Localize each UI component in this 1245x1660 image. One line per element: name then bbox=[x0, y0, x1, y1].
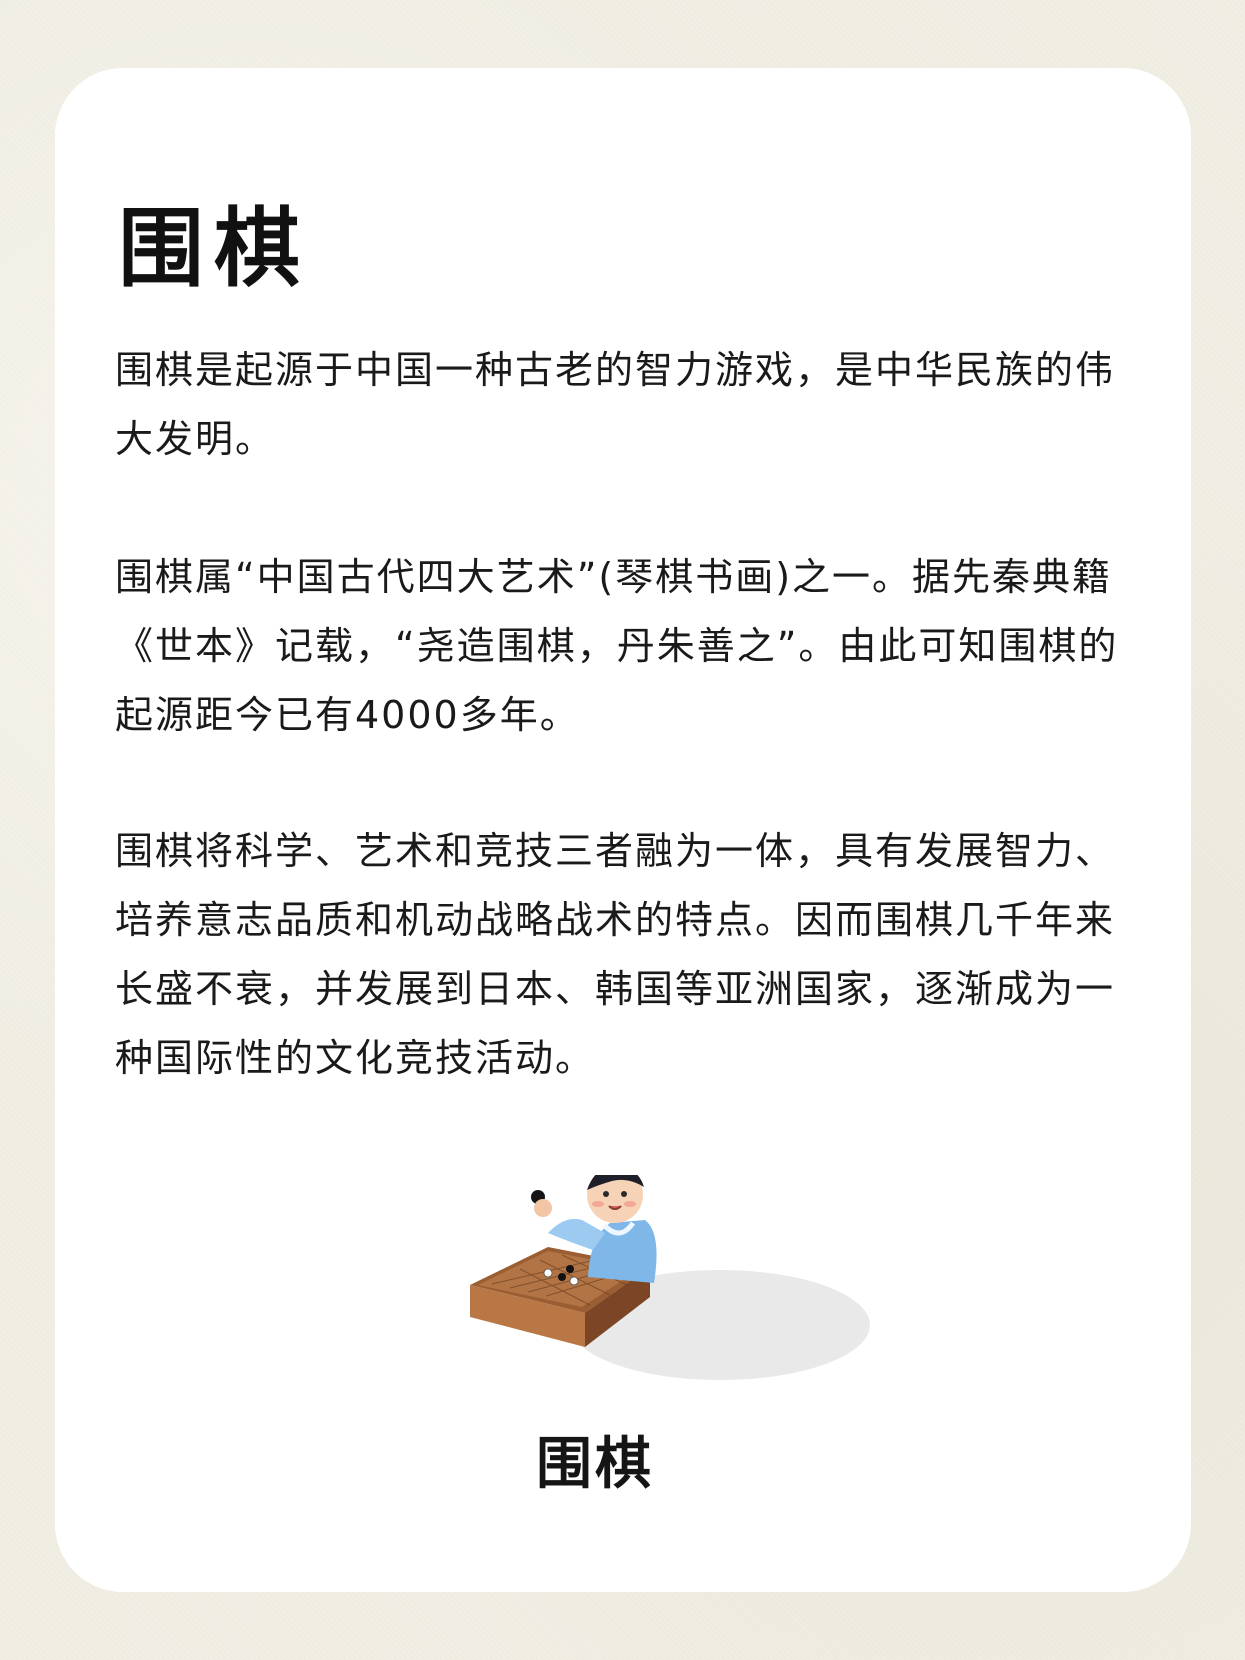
illustration-caption: 围棋 bbox=[536, 1431, 654, 1497]
eye bbox=[603, 1191, 609, 1197]
white-stone bbox=[569, 1276, 579, 1286]
mouth bbox=[608, 1205, 622, 1210]
go-player-illustration bbox=[470, 1175, 870, 1380]
black-stone bbox=[566, 1265, 574, 1273]
black-stone bbox=[558, 1273, 566, 1281]
paragraph-history: 围棋属“中国古代四大艺术”(琴棋书画)之一。据先秦典籍《世本》记载，“尧造围棋，… bbox=[115, 555, 1119, 737]
hand bbox=[534, 1199, 552, 1217]
white-stone bbox=[543, 1268, 553, 1278]
page-title: 围棋 bbox=[118, 198, 310, 299]
eye bbox=[621, 1191, 627, 1197]
paragraph-origin: 围棋是起源于中国一种古老的智力游戏，是中华民族的伟大发明。 bbox=[115, 348, 1116, 461]
paragraph-features: 围棋将科学、艺术和竞技三者融为一体，具有发展智力、培养意志品质和机动战略战术的特… bbox=[115, 829, 1116, 1080]
cheek bbox=[592, 1201, 604, 1207]
cheek bbox=[624, 1201, 636, 1207]
